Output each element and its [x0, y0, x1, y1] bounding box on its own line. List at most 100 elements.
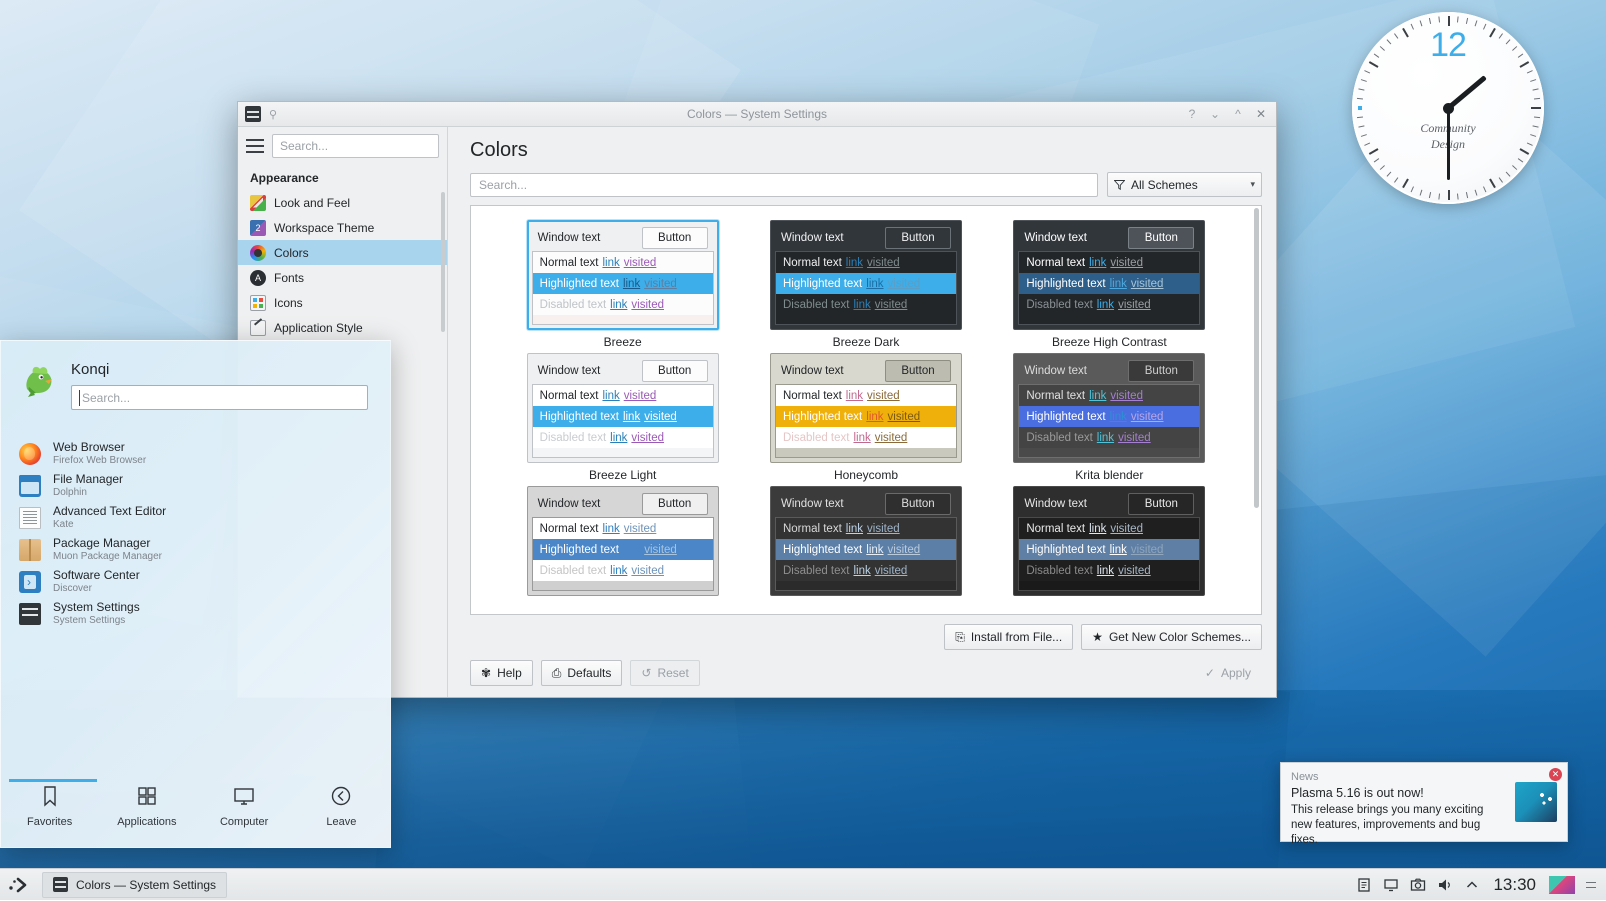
sidebar-item-colors[interactable]: Colors — [238, 240, 447, 265]
help-icon[interactable]: ? — [1185, 107, 1199, 121]
scheme-grid-scrollbar[interactable] — [1254, 208, 1259, 612]
sidebar-item-workspace-theme[interactable]: Workspace Theme — [238, 215, 447, 240]
screenshot-icon[interactable] — [1410, 877, 1426, 893]
task-entry[interactable]: Colors — System Settings — [42, 872, 227, 898]
tile-button[interactable]: Button — [885, 227, 951, 249]
window-controls[interactable]: ? ⌄ ^ ✕ — [1185, 107, 1276, 121]
application-launcher[interactable]: Konqi Search... Web BrowserFirefox Web B… — [0, 340, 391, 848]
sidebar-item-label: Fonts — [274, 271, 304, 285]
sidebar-item-icons[interactable]: Icons — [238, 290, 447, 315]
scheme-cell[interactable]: Window textButtonNormal textlinkvisitedH… — [988, 353, 1231, 482]
scheme-grid[interactable]: Window textButtonNormal textlinkvisitedH… — [471, 206, 1261, 596]
digital-clock[interactable]: 13:30 — [1491, 875, 1538, 895]
list-item[interactable]: Advanced Text EditorKate — [1, 502, 390, 534]
clipboard-icon[interactable] — [1356, 877, 1372, 893]
tile-visited: visited — [1110, 390, 1143, 402]
list-item[interactable]: File ManagerDolphin — [1, 470, 390, 502]
launcher-tab-favorites[interactable]: Favorites — [1, 785, 98, 828]
list-item[interactable]: Package ManagerMuon Package Manager — [1, 534, 390, 566]
apply-button[interactable]: ✓ Apply — [1194, 660, 1262, 686]
list-item[interactable]: System SettingsSystem Settings — [1, 598, 390, 630]
tile-header: Window textButton — [775, 225, 957, 251]
launcher-search-input[interactable]: Search... — [71, 385, 368, 410]
sidebar-item-fonts[interactable]: Fonts — [238, 265, 447, 290]
system-settings-window[interactable]: ⚲ Colors — System Settings ? ⌄ ^ ✕ Searc… — [237, 101, 1277, 698]
list-item[interactable]: Web BrowserFirefox Web Browser — [1, 438, 390, 470]
scheme-preview-tile[interactable]: Window textButtonNormal textlinkvisitedH… — [770, 220, 962, 330]
tile-row-disabled: Disabled textlinkvisited — [1019, 560, 1199, 581]
tile-visited: visited — [888, 278, 921, 290]
scheme-cell[interactable]: Window textButtonNormal textlinkvisitedH… — [744, 220, 987, 349]
launcher-tab-computer[interactable]: Computer — [196, 785, 293, 828]
defaults-icon: ⎙ — [552, 667, 562, 679]
scheme-actions-row[interactable]: ⎘Install from File... ★Get New Color Sche… — [448, 615, 1276, 650]
display-icon[interactable] — [1383, 877, 1399, 893]
get-new-color-schemes-button[interactable]: ★Get New Color Schemes... — [1081, 624, 1262, 650]
tile-button[interactable]: Button — [642, 493, 708, 515]
close-icon[interactable]: ✕ — [1254, 107, 1268, 121]
tile-row-disabled: Disabled textlinkvisited — [1019, 294, 1199, 315]
install-from-file-button[interactable]: ⎘Install from File... — [944, 624, 1073, 650]
sidebar-item-look-and-feel[interactable]: Look and Feel — [238, 190, 447, 215]
system-tray[interactable]: 13:30 — [1356, 875, 1606, 895]
window-titlebar[interactable]: ⚲ Colors — System Settings ? ⌄ ^ ✕ — [238, 102, 1276, 127]
shade-icon[interactable]: ⌄ — [1208, 107, 1222, 121]
launcher-favorites-list[interactable]: Web BrowserFirefox Web BrowserFile Manag… — [1, 416, 390, 767]
volume-icon[interactable] — [1437, 877, 1453, 893]
tile-button[interactable]: Button — [1128, 493, 1194, 515]
scheme-cell[interactable]: Window textButtonNormal textlinkvisitedH… — [501, 353, 744, 482]
pager-icon[interactable] — [1549, 876, 1575, 894]
maximize-icon[interactable]: ^ — [1231, 107, 1245, 121]
hamburger-icon[interactable] — [246, 139, 264, 153]
clock-minute-hand — [1447, 108, 1450, 180]
help-button[interactable]: ✾Help — [470, 660, 533, 686]
scheme-preview-tile[interactable]: Window textButtonNormal textlinkvisitedH… — [1013, 353, 1205, 463]
launcher-tab-applications[interactable]: Applications — [98, 785, 195, 828]
scheme-preview-tile[interactable]: Window textButtonNormal textlinkvisitedH… — [527, 353, 719, 463]
notification-popup[interactable]: ✕ News Plasma 5.16 is out now! This rele… — [1280, 762, 1568, 842]
scheme-preview-tile[interactable]: Window textButtonNormal textlinkvisitedH… — [770, 353, 962, 463]
scheme-preview-tile[interactable]: Window textButtonNormal textlinkvisitedH… — [1013, 220, 1205, 330]
close-icon[interactable]: ✕ — [1549, 768, 1562, 781]
defaults-button[interactable]: ⎙Defaults — [541, 660, 623, 686]
tile-button[interactable]: Button — [885, 360, 951, 382]
taskbar-panel[interactable]: Colors — System Settings 13:30 — [0, 868, 1606, 900]
tile-row-highlighted: Highlighted textlinkvisited — [1019, 273, 1199, 294]
kde-launcher-icon[interactable] — [0, 869, 38, 901]
panel-handle-icon[interactable] — [1586, 877, 1596, 893]
tile-link: link — [610, 432, 627, 444]
scheme-preview-tile[interactable]: Window textButtonNormal textlinkvisitedH… — [527, 486, 719, 596]
scheme-grid-container[interactable]: Window textButtonNormal textlinkvisitedH… — [470, 205, 1262, 615]
list-item[interactable]: Software CenterDiscover — [1, 566, 390, 598]
scheme-filter-dropdown[interactable]: All Schemes ▾ — [1107, 172, 1262, 197]
launcher-tab-leave[interactable]: Leave — [293, 785, 390, 828]
sidebar-search-input[interactable]: Search... — [272, 134, 439, 158]
sidebar-scrollbar[interactable] — [441, 192, 445, 332]
sidebar-item-application-style[interactable]: Application Style — [238, 315, 447, 340]
tile-button[interactable]: Button — [1128, 227, 1194, 249]
show-hidden-icon[interactable] — [1464, 877, 1480, 893]
scheme-cell[interactable]: Window textButtonNormal textlinkvisitedH… — [988, 220, 1231, 349]
scheme-preview-tile[interactable]: Window textButtonNormal textlinkvisitedH… — [527, 220, 719, 330]
tile-button[interactable]: Button — [642, 360, 708, 382]
tile-button[interactable]: Button — [885, 493, 951, 515]
tile-button[interactable]: Button — [642, 227, 708, 249]
dialog-buttons-row[interactable]: ✾Help⎙Defaults↺Reset ✓ Apply — [448, 650, 1276, 697]
avatar[interactable] — [19, 361, 59, 401]
scheme-cell[interactable]: Window textButtonNormal textlinkvisitedH… — [501, 220, 744, 349]
analog-clock-widget[interactable]: 12 Community Design — [1352, 12, 1544, 204]
muon-icon — [19, 539, 41, 561]
launcher-tabs[interactable]: Favorites Applications Computer Leave — [1, 767, 390, 847]
scheme-cell[interactable]: Window textButtonNormal textlinkvisitedH… — [988, 486, 1231, 596]
scheme-cell[interactable]: Window textButtonNormal textlinkvisitedH… — [501, 486, 744, 596]
scheme-cell[interactable]: Window textButtonNormal textlinkvisitedH… — [744, 486, 987, 596]
dialog-left-buttons[interactable]: ✾Help⎙Defaults↺Reset — [470, 660, 700, 686]
scheme-cell[interactable]: Window textButtonNormal textlinkvisitedH… — [744, 353, 987, 482]
scheme-name-label: Krita blender — [1075, 468, 1143, 482]
tile-button[interactable]: Button — [1128, 360, 1194, 382]
tile-row-label: Disabled text — [1026, 432, 1092, 444]
scheme-search-input[interactable]: Search... — [470, 173, 1098, 197]
scheme-preview-tile[interactable]: Window textButtonNormal textlinkvisitedH… — [1013, 486, 1205, 596]
scheme-preview-tile[interactable]: Window textButtonNormal textlinkvisitedH… — [770, 486, 962, 596]
tile-visited: visited — [624, 257, 657, 269]
